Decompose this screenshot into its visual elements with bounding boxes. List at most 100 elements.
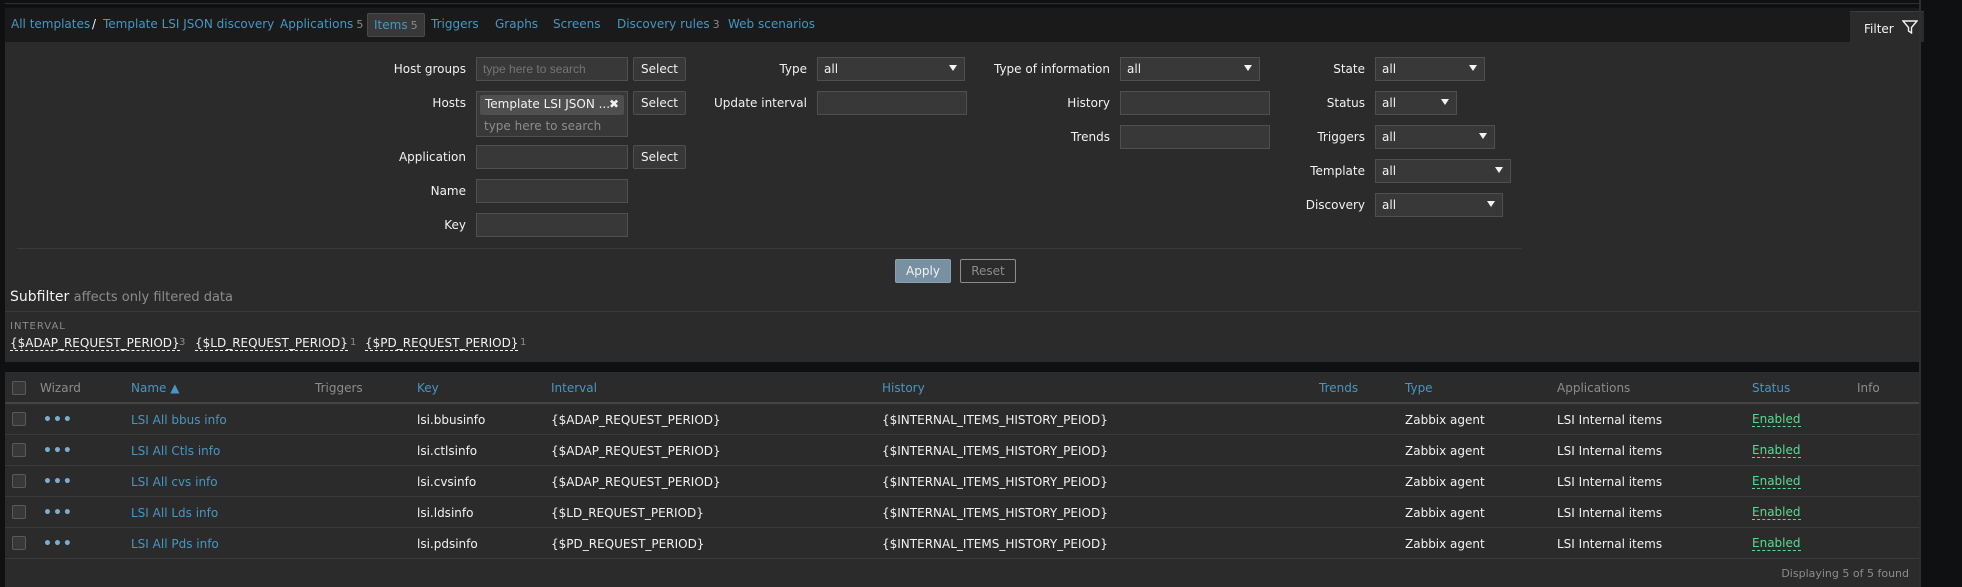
subfilter-adap-request-period[interactable]: {$ADAP_REQUEST_PERIOD} <box>10 336 180 351</box>
hosts-search-placeholder[interactable]: type here to search <box>484 119 601 133</box>
status-select[interactable]: all <box>1375 91 1457 115</box>
hosts-multiselect[interactable]: Template LSI JSON ... ✖ type here to sea… <box>476 91 628 137</box>
type-of-information-select[interactable]: all <box>1120 57 1260 81</box>
item-status-toggle[interactable]: Enabled <box>1752 413 1801 427</box>
filter-funnel-icon <box>1902 20 1918 34</box>
more-dots-icon[interactable]: ••• <box>43 443 73 459</box>
host-groups-search-input[interactable] <box>476 57 628 81</box>
tab-web-scenarios[interactable]: Web scenarios <box>728 17 815 31</box>
header-applications: Applications <box>1557 381 1631 395</box>
more-dots-icon[interactable]: ••• <box>43 505 73 521</box>
status-label: Status <box>1326 96 1365 110</box>
type-select[interactable]: all <box>817 57 965 81</box>
breadcrumb-template[interactable]: Template LSI JSON discovery <box>103 17 274 31</box>
update-interval-input[interactable] <box>817 91 967 115</box>
header-interval[interactable]: Interval <box>551 381 597 395</box>
subfilter-pd-request-period[interactable]: {$PD_REQUEST_PERIOD} <box>365 336 519 351</box>
header-trends[interactable]: Trends <box>1319 381 1358 395</box>
host-tag: Template LSI JSON ... ✖ <box>480 95 624 115</box>
tab-triggers[interactable]: Triggers <box>431 17 479 31</box>
update-interval-label: Update interval <box>713 96 807 110</box>
trends-input[interactable] <box>1120 125 1270 149</box>
item-name-link[interactable]: LSI All Ctls info <box>131 444 220 458</box>
header-status[interactable]: Status <box>1752 381 1790 395</box>
apply-button[interactable]: Apply <box>895 259 951 283</box>
tab-graphs[interactable]: Graphs <box>495 17 538 31</box>
subfilter-divider <box>5 311 1919 312</box>
more-dots-icon[interactable]: ••• <box>43 474 73 490</box>
state-select[interactable]: all <box>1375 57 1485 81</box>
item-history: {$INTERNAL_ITEMS_HISTORY_PEIOD} <box>882 413 1108 427</box>
more-dots-icon[interactable]: ••• <box>43 536 73 552</box>
item-key: lsi.cvsinfo <box>417 475 477 489</box>
tab-screens[interactable]: Screens <box>553 17 601 31</box>
filter-tab-label: Filter <box>1864 22 1894 36</box>
type-label: Type <box>779 62 807 76</box>
item-status-toggle[interactable]: Enabled <box>1752 537 1801 551</box>
item-status-toggle[interactable]: Enabled <box>1752 475 1801 489</box>
key-input[interactable] <box>476 213 628 237</box>
page: All templates / Template LSI JSON discov… <box>0 0 1962 587</box>
triggers-select[interactable]: all <box>1375 125 1495 149</box>
item-interval: {$PD_REQUEST_PERIOD} <box>551 537 705 551</box>
item-name-link[interactable]: LSI All cvs info <box>131 475 218 489</box>
tab-applications-count: 5 <box>356 18 364 31</box>
application-select-button[interactable]: Select <box>633 145 686 169</box>
items-table: Wizard Name ▲ Triggers Key Interval Hist… <box>5 372 1919 587</box>
filter-panel: Host groups Select Hosts Template LSI JS… <box>5 42 1919 362</box>
row-checkbox[interactable] <box>12 412 26 426</box>
discovery-select[interactable]: all <box>1375 193 1503 217</box>
chevron-down-icon <box>1441 99 1449 105</box>
item-name-link[interactable]: LSI All Pds info <box>131 537 219 551</box>
reset-button[interactable]: Reset <box>960 259 1016 283</box>
header-info: Info <box>1857 381 1880 395</box>
item-key: lsi.ldsinfo <box>417 506 474 520</box>
header-triggers: Triggers <box>315 381 363 395</box>
more-dots-icon[interactable]: ••• <box>43 412 73 428</box>
history-label: History <box>1067 96 1110 110</box>
row-checkbox[interactable] <box>12 536 26 550</box>
filter-toggle-tab[interactable]: Filter <box>1850 11 1924 42</box>
hosts-select-button[interactable]: Select <box>633 91 686 115</box>
template-label: Template <box>1310 164 1365 178</box>
table-row: ••• LSI All bbus info lsi.bbusinfo {$ADA… <box>5 404 1919 435</box>
header-name[interactable]: Name ▲ <box>131 381 179 395</box>
subfilter-title: Subfilter affects only filtered data <box>10 289 233 305</box>
tab-items[interactable]: Items 5 <box>367 13 425 37</box>
item-interval: {$LD_REQUEST_PERIOD} <box>551 506 704 520</box>
top-border <box>5 3 1919 4</box>
subfilter-ld-request-period[interactable]: {$LD_REQUEST_PERIOD} <box>195 336 348 351</box>
header-wizard: Wizard <box>40 381 81 395</box>
chevron-down-icon <box>1495 167 1503 173</box>
chevron-down-icon <box>1479 133 1487 139</box>
item-name-link[interactable]: LSI All bbus info <box>131 413 227 427</box>
template-select[interactable]: all <box>1375 159 1511 183</box>
triggers-select-value: all <box>1382 130 1397 144</box>
item-history: {$INTERNAL_ITEMS_HISTORY_PEIOD} <box>882 475 1108 489</box>
select-all-checkbox[interactable] <box>12 381 26 395</box>
name-input[interactable] <box>476 179 628 203</box>
item-status-toggle[interactable]: Enabled <box>1752 444 1801 458</box>
tab-discovery-rules[interactable]: Discovery rules 3 <box>617 17 720 31</box>
row-checkbox[interactable] <box>12 505 26 519</box>
row-checkbox[interactable] <box>12 443 26 457</box>
item-status-toggle[interactable]: Enabled <box>1752 506 1801 520</box>
breadcrumb-all-templates[interactable]: All templates <box>11 17 90 31</box>
item-type: Zabbix agent <box>1405 537 1485 551</box>
header-type[interactable]: Type <box>1405 381 1433 395</box>
item-interval: {$ADAP_REQUEST_PERIOD} <box>551 475 721 489</box>
item-name-link[interactable]: LSI All Lds info <box>131 506 218 520</box>
remove-host-icon[interactable]: ✖ <box>609 97 619 111</box>
host-groups-select-button[interactable]: Select <box>633 57 686 81</box>
tab-applications[interactable]: Applications 5 <box>280 17 363 31</box>
history-input[interactable] <box>1120 91 1270 115</box>
item-history: {$INTERNAL_ITEMS_HISTORY_PEIOD} <box>882 537 1108 551</box>
header-history[interactable]: History <box>882 381 925 395</box>
filter-divider <box>17 248 1522 249</box>
application-input[interactable] <box>476 145 628 169</box>
table-row: ••• LSI All cvs info lsi.cvsinfo {$ADAP_… <box>5 466 1919 497</box>
row-checkbox[interactable] <box>12 474 26 488</box>
name-label: Name <box>430 184 466 198</box>
triggers-label: Triggers <box>1317 130 1365 144</box>
header-key[interactable]: Key <box>417 381 439 395</box>
